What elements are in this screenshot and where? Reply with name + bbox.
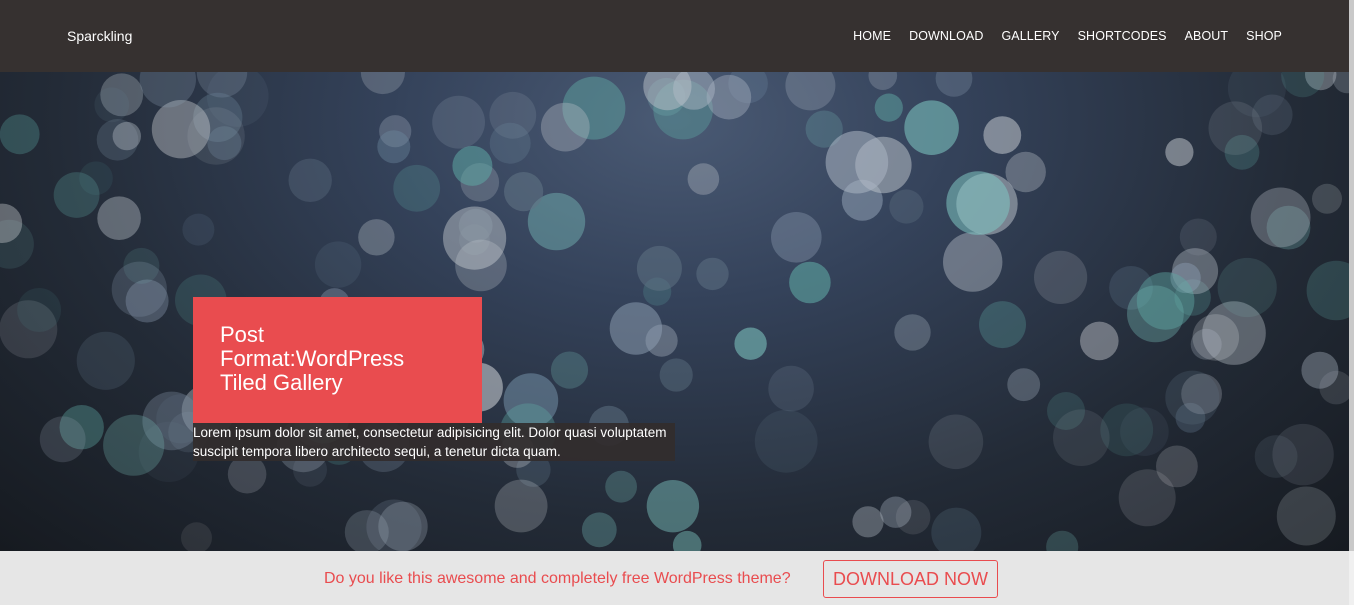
bokeh-circle	[874, 93, 903, 122]
nav-item-shop[interactable]: SHOP	[1246, 27, 1282, 45]
bokeh-circle	[904, 100, 959, 155]
bokeh-circle	[76, 331, 135, 390]
bokeh-circle	[943, 232, 1003, 292]
bokeh-circle	[636, 245, 682, 291]
bokeh-circle	[581, 512, 617, 548]
post-title-box[interactable]: Post Format:WordPress Tiled Gallery	[193, 297, 482, 423]
bokeh-circle	[895, 499, 931, 535]
bokeh-circle	[754, 409, 818, 473]
main-nav: HOME DOWNLOAD GALLERY SHORTCODES ABOUT S…	[835, 27, 1282, 45]
bokeh-circle	[852, 506, 884, 538]
bokeh-circle	[358, 219, 395, 256]
bokeh-circle	[696, 257, 729, 291]
scrollbar-thumb[interactable]	[1349, 0, 1354, 551]
bokeh-circle	[935, 72, 973, 97]
download-now-button[interactable]: DOWNLOAD NOW	[823, 560, 998, 598]
bokeh-circle	[1281, 72, 1325, 98]
hero-slider: Post Format:WordPress Tiled Gallery Lore…	[0, 72, 1349, 551]
scrollbar[interactable]	[1349, 0, 1354, 605]
bokeh-circle	[931, 507, 982, 551]
bokeh-circle	[1007, 368, 1041, 402]
bokeh-circle	[377, 130, 411, 164]
bokeh-circle	[868, 72, 898, 90]
bokeh-circle	[494, 479, 548, 533]
bokeh-circle	[1165, 370, 1220, 425]
bokeh-circle	[1217, 257, 1277, 318]
nav-item-shortcodes[interactable]: SHORTCODES	[1078, 27, 1167, 45]
bokeh-circle	[1208, 101, 1263, 155]
bokeh-circle	[503, 172, 544, 212]
bokeh-circle	[550, 351, 589, 389]
bokeh-circle	[452, 145, 493, 186]
bokeh-circle	[983, 116, 1022, 154]
bokeh-circle	[825, 130, 889, 194]
bokeh-circle	[94, 87, 130, 123]
bokeh-circle	[1276, 486, 1336, 546]
bokeh-circle	[314, 241, 362, 288]
bokeh-circle	[1250, 187, 1311, 248]
bokeh-circle	[928, 414, 984, 470]
bokeh-circle	[181, 522, 212, 551]
bokeh-circle	[979, 301, 1026, 349]
bokeh-circle	[946, 171, 1010, 235]
bokeh-circle	[0, 114, 40, 155]
bokeh-circle	[97, 196, 141, 240]
bokeh-circle	[789, 261, 831, 304]
bokeh-circle	[1053, 409, 1110, 467]
bokeh-circle	[889, 189, 924, 224]
site-header: Sparckling HOME DOWNLOAD GALLERY SHORTCO…	[0, 0, 1349, 72]
bokeh-circle	[489, 122, 531, 164]
bokeh-circle	[103, 414, 165, 476]
bokeh-circle	[768, 365, 814, 412]
bokeh-circle	[785, 72, 836, 111]
nav-item-download[interactable]: DOWNLOAD	[909, 27, 983, 45]
bokeh-circle	[360, 72, 405, 95]
bokeh-circle	[734, 327, 767, 360]
bokeh-circle	[79, 161, 113, 195]
bokeh-circle	[1118, 469, 1176, 527]
bokeh-circle	[1312, 183, 1342, 214]
nav-item-about[interactable]: ABOUT	[1185, 27, 1229, 45]
bokeh-circle	[111, 261, 167, 317]
bokeh-circle	[112, 121, 141, 151]
bokeh-circle	[609, 302, 663, 355]
page: Sparckling HOME DOWNLOAD GALLERY SHORTCO…	[0, 0, 1354, 605]
bokeh-circle	[659, 358, 693, 392]
promo-text: Do you like this awesome and completely …	[324, 570, 791, 587]
nav-item-gallery[interactable]: GALLERY	[1001, 27, 1059, 45]
bokeh-circle	[646, 480, 700, 533]
bokeh-circle	[605, 470, 637, 503]
bokeh-circle	[455, 239, 507, 292]
site-logo[interactable]: Sparckling	[67, 27, 132, 45]
bokeh-circle	[1306, 260, 1349, 321]
bokeh-circle	[687, 163, 720, 195]
bokeh-circle	[1034, 250, 1088, 304]
bokeh-circle	[1165, 138, 1194, 167]
bokeh-circle	[672, 530, 702, 551]
bokeh-circle	[1301, 351, 1339, 389]
bokeh-circle	[1046, 530, 1079, 551]
post-title[interactable]: Post Format:WordPress Tiled Gallery	[220, 323, 450, 395]
bokeh-circle	[39, 416, 86, 463]
bokeh-circle	[1272, 423, 1334, 486]
bokeh-circle	[1179, 218, 1217, 256]
bokeh-circle	[540, 102, 590, 152]
bokeh-circle	[1192, 314, 1240, 361]
nav-item-home[interactable]: HOME	[853, 27, 891, 45]
post-excerpt: Lorem ipsum dolor sit amet, consectetur …	[193, 423, 675, 461]
bokeh-circle	[393, 164, 441, 212]
promo-bar: Do you like this awesome and completely …	[0, 551, 1349, 605]
bokeh-circle	[771, 212, 822, 263]
bokeh-circle	[432, 95, 485, 149]
bokeh-circle	[17, 288, 62, 332]
bokeh-circle	[187, 107, 245, 165]
bokeh-circle	[894, 314, 931, 351]
bokeh-circle	[288, 158, 332, 202]
bokeh-circle	[1136, 272, 1195, 330]
bokeh-circle	[706, 74, 752, 120]
bokeh-circle	[1080, 321, 1119, 361]
bokeh-circle	[182, 213, 215, 246]
